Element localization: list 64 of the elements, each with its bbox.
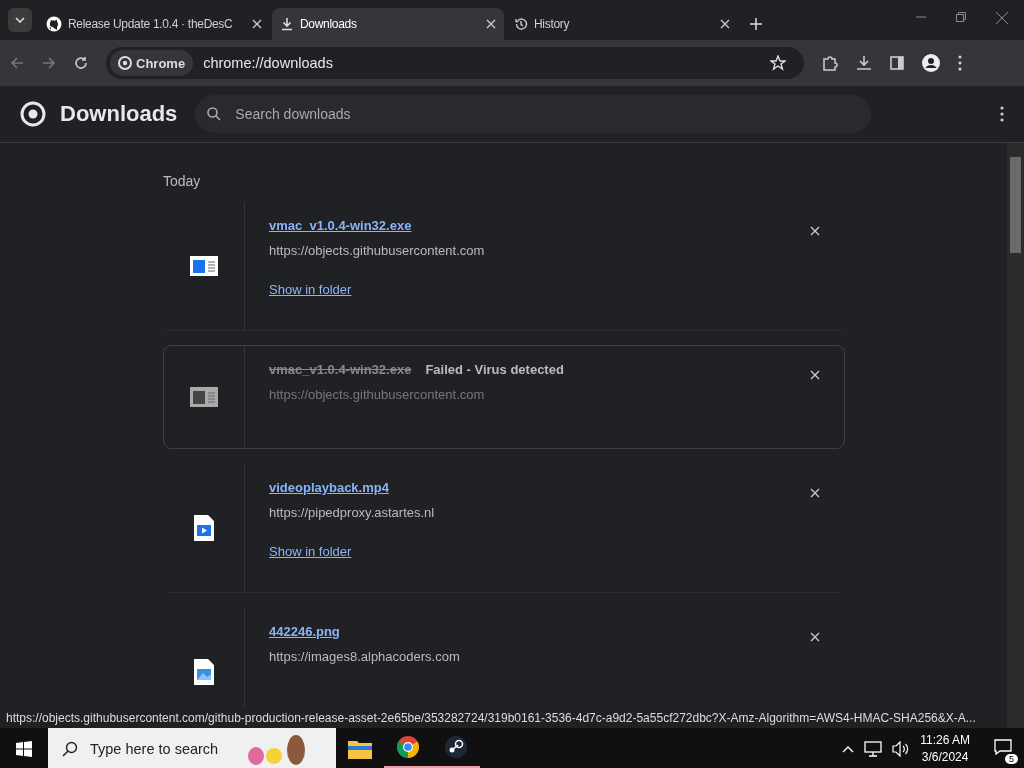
tab-list-button[interactable] [8,8,32,32]
window-file-icon [190,387,218,407]
close-icon[interactable] [810,488,820,498]
close-icon[interactable] [252,19,262,29]
star-icon[interactable] [770,55,786,71]
folder-icon[interactable] [348,738,372,759]
clock-time[interactable]: 11:26 AM [920,731,970,749]
source-url: https://objects.githubusercontent.com [269,387,486,402]
image-file-icon [194,659,214,685]
notification-count: 5 [1005,754,1018,764]
download-icon[interactable] [856,55,872,71]
scrollbar[interactable] [1007,143,1024,728]
chevron-up-icon[interactable] [842,744,855,753]
forward-arrow-icon[interactable] [42,56,56,70]
browser-tab[interactable]: Downloads [272,8,504,40]
download-icon [280,17,294,31]
close-window-icon[interactable] [996,12,1008,24]
source-url: https://images8.alphacoders.com [269,649,461,664]
windows-logo-icon[interactable] [16,740,32,757]
download-status: Failed - Virus detected [425,362,564,377]
menu-icon[interactable] [958,55,962,71]
file-name-link[interactable]: vmac_v1.0.4-win32.exe [269,218,412,233]
close-icon[interactable] [810,370,820,380]
browser-tab[interactable]: Release Update 1.0.4 · theDesC [38,8,270,40]
source-url: https://pipedproxy.astartes.nl [269,505,436,520]
window-file-icon [190,256,218,276]
close-icon[interactable] [486,19,496,29]
reload-icon[interactable] [74,56,88,70]
volume-icon[interactable] [892,740,911,757]
clock-date[interactable]: 3/6/2024 [920,748,970,766]
profile-icon[interactable] [922,54,940,72]
site-chip[interactable]: Chrome [110,50,194,76]
back-arrow-icon[interactable] [10,56,24,70]
search-icon [207,107,222,121]
network-icon[interactable] [864,740,883,757]
new-tab-icon[interactable] [750,18,762,30]
side-panel-icon[interactable] [890,56,904,70]
github-logo-icon [46,16,62,32]
restore-icon[interactable] [956,12,966,22]
menu-icon[interactable] [1000,106,1004,122]
close-icon[interactable] [720,19,730,29]
steam-logo-icon[interactable] [444,735,468,759]
page-title: Downloads [60,101,178,127]
puzzle-piece-icon[interactable] [822,55,838,71]
file-name-link[interactable]: videoplayback.mp4 [269,480,389,495]
section-heading: Today [163,173,202,189]
search-icon [62,740,78,757]
show-in-folder-link[interactable]: Show in folder [269,282,762,297]
source-url: https://objects.githubusercontent.com [269,243,486,258]
close-icon[interactable] [810,632,820,642]
search-field[interactable]: Search downloads [195,95,872,133]
close-icon[interactable] [810,226,820,236]
video-file-icon [194,515,214,541]
chevron-down-icon [15,17,25,23]
browser-tab[interactable]: History [506,8,738,40]
file-name-link[interactable]: 442246.png [269,624,340,639]
history-icon [514,17,528,31]
show-in-folder-link[interactable]: Show in folder [269,544,762,559]
address-text[interactable]: chrome://downloads [203,55,760,71]
notification-icon[interactable] [994,739,1012,755]
taskbar-search-field[interactable]: Type here to search [48,728,336,768]
chrome-logo-icon[interactable] [396,735,420,759]
chrome-logo-icon [20,101,46,127]
chrome-logo-icon [118,56,132,70]
